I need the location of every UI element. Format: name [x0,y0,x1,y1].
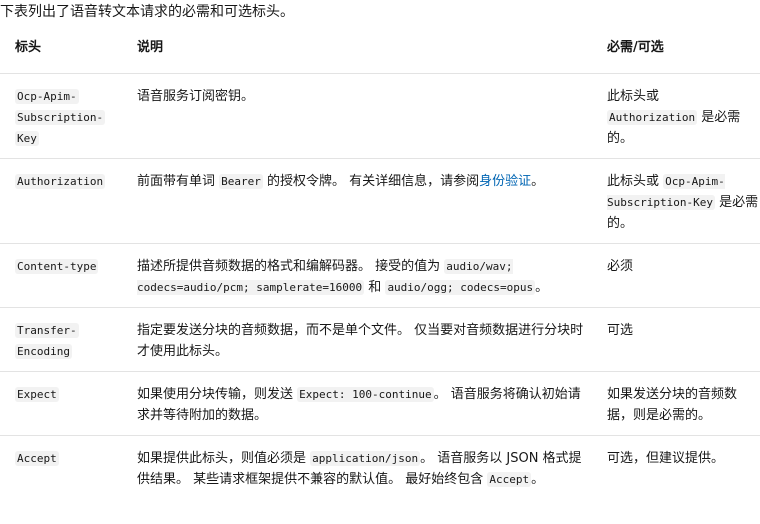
description-text: 。 [535,280,549,295]
table-row: Accept 如果提供此标头，则值必须是 application/json。 语… [0,436,760,500]
intro-text: 下表列出了语音转文本请求的必需和可选标头。 [0,4,294,20]
description-text: 和 [364,280,386,295]
required-cell: 此标头或 Ocp-Apim-Subscription-Key 是必需的。 [607,158,760,244]
required-cell: 如果发送分块的音频数据，则是必需的。 [607,371,760,436]
inline-code: Authorization [607,110,698,125]
authentication-link[interactable]: 身份验证 [479,174,531,189]
inline-code: audio/ogg; codecs=opus [385,280,536,295]
header-name-cell: Content-type [0,243,137,308]
table-row: Ocp-Apim- Subscription- Key 语音服务订阅密钥。 此标… [0,73,760,159]
header-name-code: Transfer- [15,323,79,338]
inline-code: application/json [310,451,421,466]
header-name-cell: Expect [0,371,137,436]
column-header-header: 标头 [0,30,137,74]
table-header-row: 标头 说明 必需/可选 [0,30,760,74]
header-name-cell: Authorization [0,158,137,244]
description-text: 如果提供此标头，则值必须是 [137,451,311,466]
required-cell: 必须 [607,243,760,308]
description-text: 语音服务订阅密钥。 [137,89,255,104]
column-header-description: 说明 [137,30,607,74]
description-text: 描述所提供音频数据的格式和编解码器。 接受的值为 [137,259,445,274]
description-cell: 语音服务订阅密钥。 [137,73,607,159]
description-text: 前面带有单词 [137,174,220,189]
description-cell: 描述所提供音频数据的格式和编解码器。 接受的值为 audio/wav; code… [137,243,607,308]
header-name-cell: Accept [0,436,137,500]
required-text: 可选，但建议提供。 [607,451,725,466]
table-row: Authorization 前面带有单词 Bearer 的授权令牌。 有关详细信… [0,158,760,244]
required-text: 必须 [607,259,634,274]
column-header-required: 必需/可选 [607,30,760,74]
table-row: Expect 如果使用分块传输，则发送 Expect: 100-continue… [0,371,760,436]
required-text: 如果发送分块的音频数据，则是必需的。 [607,387,738,423]
required-text: 此标头或 [607,89,660,104]
inline-code: Accept [487,472,532,487]
description-text: 指定要发送分块的音频数据，而不是单个文件。 仅当要对音频数据进行分块时才使用此标… [137,323,584,359]
table-row: Content-type 描述所提供音频数据的格式和编解码器。 接受的值为 au… [0,243,760,308]
description-cell: 如果使用分块传输，则发送 Expect: 100-continue。 语音服务将… [137,371,607,436]
header-name-code: Encoding [15,344,72,359]
description-text: 。 [531,174,545,189]
header-name-code: Ocp-Apim- [15,89,79,104]
header-name-cell: Transfer- Encoding [0,307,137,372]
header-name-code: Subscription- [15,110,106,125]
description-cell: 指定要发送分块的音频数据，而不是单个文件。 仅当要对音频数据进行分块时才使用此标… [137,307,607,372]
header-name-code: Key [15,131,39,146]
inline-code: Bearer [219,174,263,189]
header-name-code: Expect [15,387,59,402]
required-text: 可选 [607,323,634,338]
request-headers-table: 标头 说明 必需/可选 Ocp-Apim- Subscription- Key … [0,30,760,499]
description-cell: 前面带有单词 Bearer 的授权令牌。 有关详细信息，请参阅身份验证。 [137,158,607,244]
header-name-code: Authorization [15,174,106,189]
description-text: 如果使用分块传输，则发送 [137,387,298,402]
table-row: Transfer- Encoding 指定要发送分块的音频数据，而不是单个文件。… [0,307,760,372]
required-cell: 可选，但建议提供。 [607,436,760,500]
header-name-code: Accept [15,451,59,466]
description-text: 。 [531,472,545,487]
description-text: 的授权令牌。 有关详细信息，请参阅 [262,174,480,189]
inline-code: Expect: 100-continue [297,387,434,402]
description-cell: 如果提供此标头，则值必须是 application/json。 语音服务以 JS… [137,436,607,500]
required-cell: 此标头或 Authorization 是必需的。 [607,73,760,159]
header-name-cell: Ocp-Apim- Subscription- Key [0,73,137,159]
header-name-code: Content-type [15,259,99,274]
required-text: 此标头或 [607,174,664,189]
required-cell: 可选 [607,307,760,372]
